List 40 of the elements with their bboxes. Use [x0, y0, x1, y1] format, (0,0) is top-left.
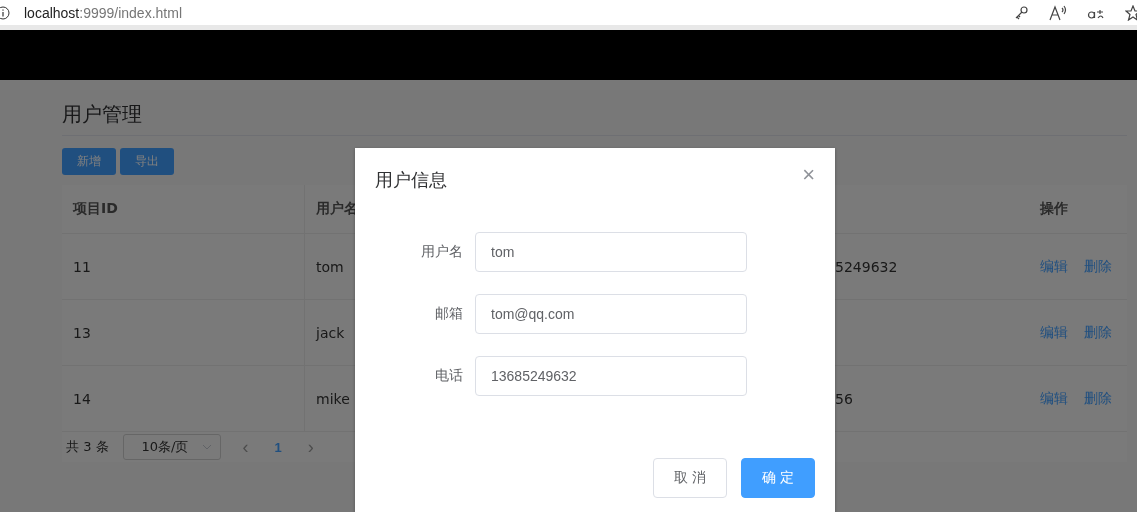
action-link[interactable]: 编辑	[1040, 389, 1068, 408]
table-cell: mike	[316, 390, 350, 407]
next-page-button[interactable]: ›	[303, 436, 318, 458]
input-field[interactable]: 13685249632	[475, 356, 747, 396]
column-header: 项目ID	[73, 200, 118, 218]
field-label: 用户名	[420, 243, 464, 261]
table-cell: 56	[835, 390, 853, 407]
table-cell: jack	[316, 324, 345, 341]
page-number[interactable]: 1	[270, 439, 286, 455]
toolbar-button[interactable]: 导出	[120, 148, 174, 175]
toolbar-button[interactable]: 新增	[62, 148, 116, 175]
page-title: 用户管理	[62, 80, 1127, 136]
input-field[interactable]: tom@qq.com	[475, 294, 747, 334]
action-link[interactable]: 编辑	[1040, 323, 1068, 342]
action-link[interactable]: 删除	[1084, 323, 1112, 342]
action-link[interactable]: 删除	[1084, 257, 1112, 276]
dialog-title: 用户信息	[375, 168, 447, 192]
table-cell: 5249632	[835, 258, 898, 275]
action-link[interactable]: 编辑	[1040, 257, 1068, 276]
close-button[interactable]: ×	[802, 164, 815, 186]
table-cell: tom	[316, 258, 344, 275]
table-cell: 14	[73, 390, 91, 407]
confirm-button[interactable]: 确 定	[741, 458, 815, 498]
cancel-button[interactable]: 取 消	[653, 458, 728, 498]
table-cell: 11	[73, 258, 91, 275]
read-aloud-icon[interactable]	[1049, 4, 1067, 21]
previous-page-button[interactable]: ‹	[238, 436, 253, 458]
page-size-select[interactable]: 10条/页	[122, 434, 221, 460]
key-icon[interactable]	[1013, 4, 1029, 21]
input-field[interactable]: tom	[475, 232, 747, 272]
field-label: 邮箱	[434, 305, 464, 323]
table-cell: 13	[73, 324, 91, 341]
action-link[interactable]: 删除	[1084, 389, 1112, 408]
column-header: 操作	[1040, 200, 1068, 218]
field-label: 电话	[434, 367, 464, 385]
info-icon[interactable]	[0, 5, 10, 20]
star-icon[interactable]	[1125, 4, 1137, 21]
chevron-down-icon	[201, 444, 212, 450]
url-text[interactable]: localhost:9999/index.html	[24, 4, 182, 21]
total-count: 共 3 条	[66, 438, 109, 456]
